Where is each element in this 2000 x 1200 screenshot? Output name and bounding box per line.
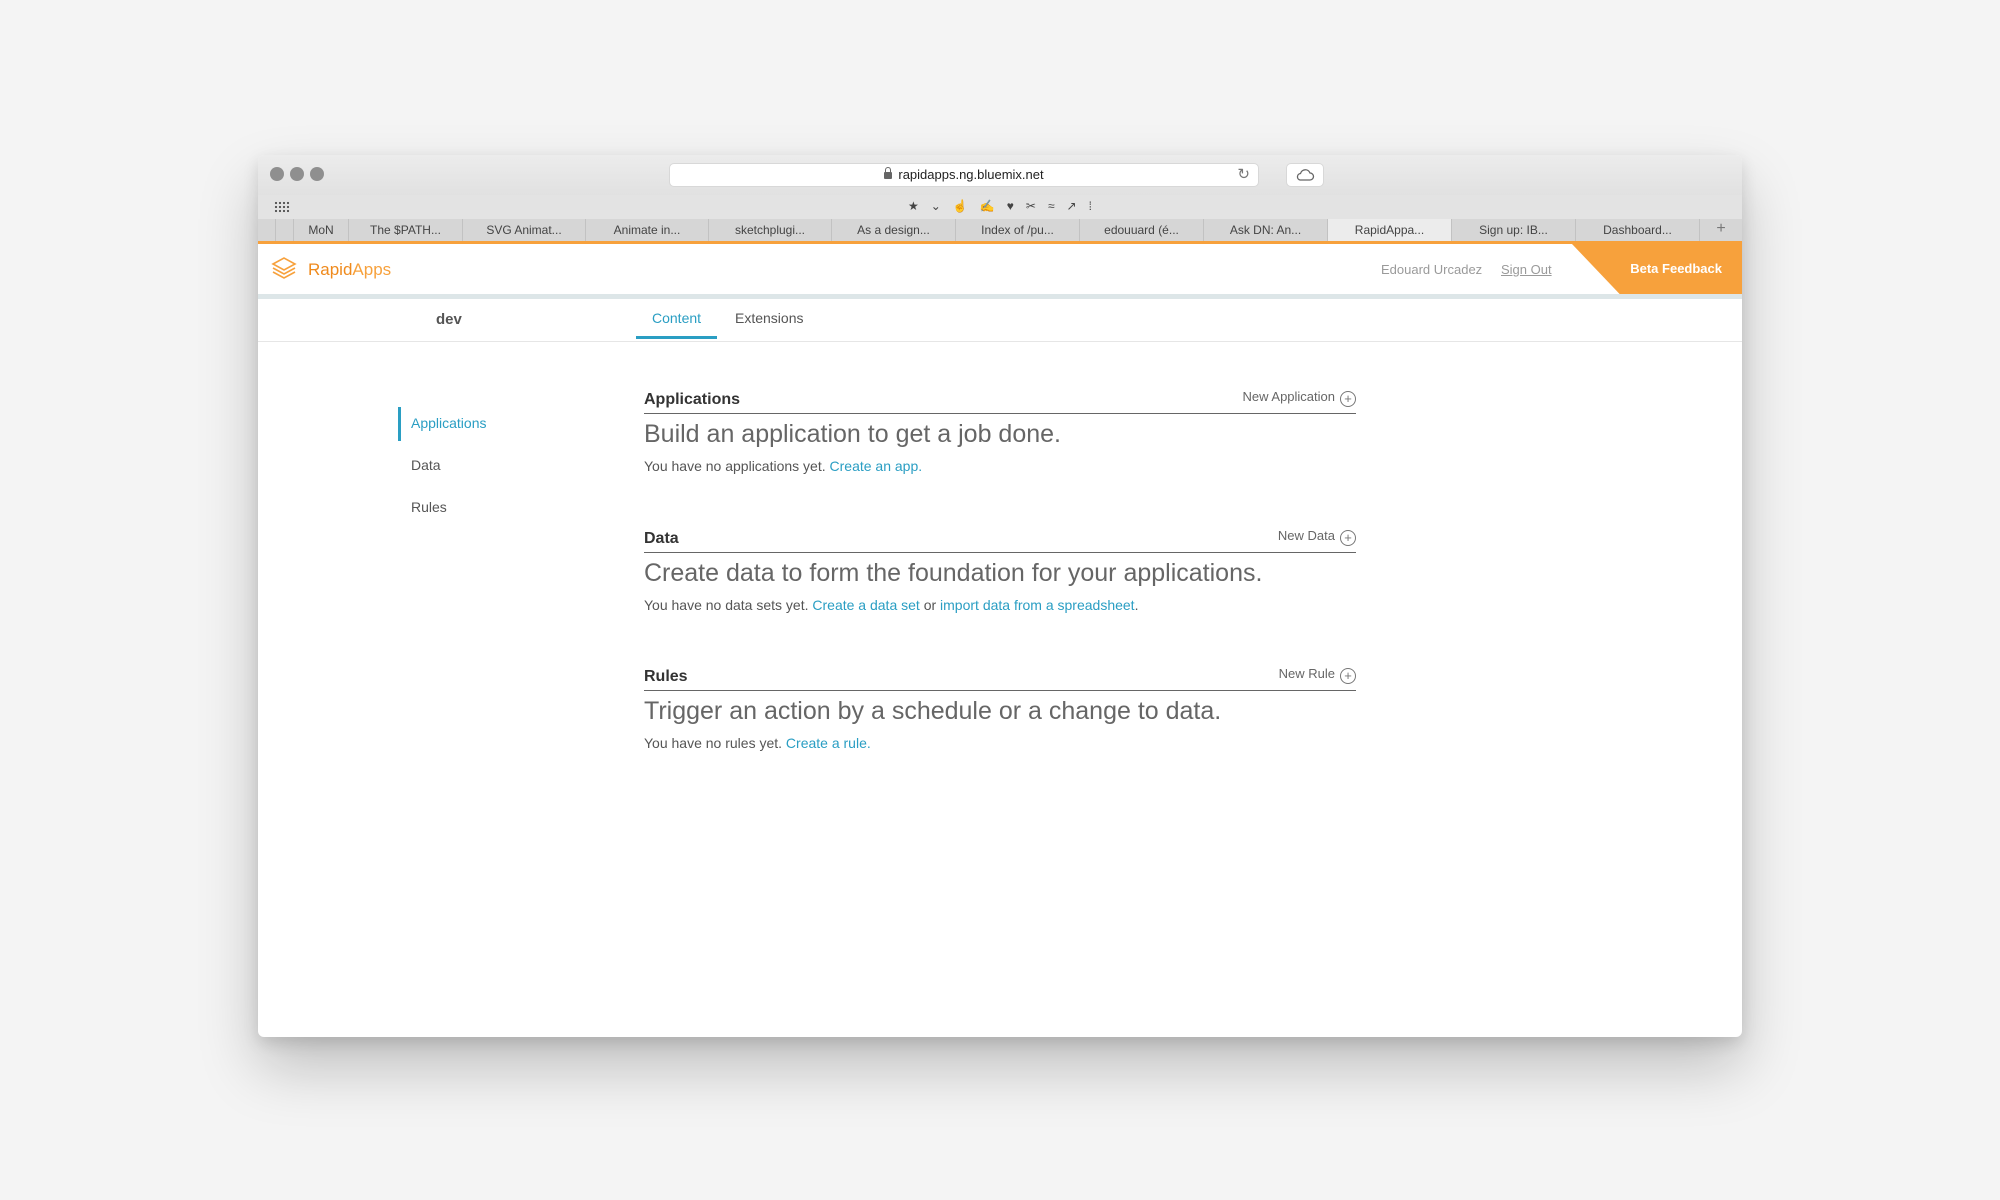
- bookmark-icon[interactable]: ♥: [1007, 199, 1014, 213]
- section-title: Rules: [644, 668, 688, 685]
- plus-circle-icon: +: [1340, 668, 1356, 684]
- brand-rapid: Rapid: [308, 260, 353, 279]
- section-empty-text: You have no applications yet. Create an …: [644, 458, 1356, 474]
- sign-out-link[interactable]: Sign Out: [1501, 262, 1552, 277]
- reload-icon[interactable]: ↻: [1237, 164, 1250, 186]
- new-application-label: New Application: [1242, 389, 1336, 404]
- period-text: .: [1134, 597, 1139, 613]
- section-title: Applications: [644, 391, 741, 408]
- bookmark-icon[interactable]: ⌄: [931, 199, 941, 213]
- plus-circle-icon: +: [1340, 391, 1356, 407]
- browser-tab[interactable]: SVG Animat...: [463, 219, 586, 241]
- user-name: Edouard Urcadez: [1381, 262, 1483, 277]
- browser-tab[interactable]: Animate in...: [586, 219, 709, 241]
- bookmark-icon[interactable]: ↗: [1067, 199, 1077, 213]
- data-section: Data New Data + Create data to form the f…: [644, 526, 1356, 613]
- browser-tab[interactable]: MoN: [294, 219, 349, 241]
- bookmark-icons: ★ ⌄ ☝ ✍ ♥ ✂ ≈ ↗ ⁞: [258, 199, 1742, 213]
- bookmark-icon[interactable]: ✍: [980, 199, 995, 213]
- rapidapps-logo-icon[interactable]: [270, 254, 298, 282]
- browser-tab[interactable]: sketchplugi...: [709, 219, 832, 241]
- create-data-set-link[interactable]: Create a data set: [812, 597, 919, 613]
- browser-tab[interactable]: The $PATH...: [349, 219, 463, 241]
- bookmark-icon[interactable]: ☝: [953, 199, 968, 213]
- browser-tab[interactable]: As a design...: [832, 219, 956, 241]
- browser-tab[interactable]: Sign up: IB...: [1452, 219, 1576, 241]
- new-rule-label: New Rule: [1278, 666, 1335, 681]
- section-headline: Trigger an action by a schedule or a cha…: [644, 697, 1222, 725]
- browser-tab[interactable]: [276, 219, 294, 241]
- empty-message: You have no applications yet.: [644, 458, 826, 474]
- section-header: Rules New Rule +: [644, 664, 1356, 691]
- brand-name[interactable]: RapidApps: [308, 260, 391, 280]
- section-empty-text: You have no data sets yet. Create a data…: [644, 597, 1356, 613]
- bookmark-icon[interactable]: ⁞: [1089, 199, 1092, 213]
- bookmarks-bar: ★ ⌄ ☝ ✍ ♥ ✂ ≈ ↗ ⁞: [258, 195, 1742, 220]
- new-tab-button[interactable]: +: [1700, 219, 1742, 241]
- sidebar-item-rules[interactable]: Rules: [398, 491, 487, 533]
- plus-circle-icon: +: [1340, 530, 1356, 546]
- new-data-button[interactable]: New Data +: [1278, 528, 1356, 546]
- sidebar-item-applications[interactable]: Applications: [398, 407, 487, 449]
- empty-message: You have no data sets yet.: [644, 597, 809, 613]
- section-header: Applications New Application +: [644, 387, 1356, 414]
- browser-tab[interactable]: edouuard (é...: [1080, 219, 1204, 241]
- close-window-button[interactable]: [270, 167, 284, 181]
- new-data-label: New Data: [1277, 528, 1335, 543]
- tab-content[interactable]: Content: [636, 299, 718, 339]
- section-empty-text: You have no rules yet. Create a rule.: [644, 735, 1356, 751]
- new-application-button[interactable]: New Application +: [1242, 389, 1356, 407]
- rules-section: Rules New Rule + Trigger an action by a s…: [644, 664, 1356, 751]
- url-text: rapidapps.ng.bluemix.net: [898, 167, 1044, 182]
- bookmark-icon[interactable]: ★: [908, 199, 919, 213]
- empty-message: You have no rules yet.: [644, 735, 783, 751]
- section-header: Data New Data +: [644, 526, 1356, 553]
- title-bar: rapidapps.ng.bluemix.net ↻: [258, 155, 1742, 196]
- browser-tab[interactable]: RapidAppa...: [1328, 219, 1452, 241]
- section-headline: Create data to form the foundation for y…: [644, 559, 1263, 587]
- browser-tab[interactable]: Index of /pu...: [956, 219, 1080, 241]
- section-headline: Build an application to get a job done.: [644, 420, 1061, 448]
- bookmark-icon[interactable]: ✂: [1026, 199, 1036, 213]
- applications-section: Applications New Application + Build an a…: [644, 387, 1356, 474]
- minimize-window-button[interactable]: [290, 167, 304, 181]
- create-rule-link[interactable]: Create a rule.: [786, 735, 871, 751]
- workspace-name: dev: [436, 311, 462, 328]
- app-header: RapidApps Edouard Urcadez Sign Out Beta …: [258, 244, 1742, 299]
- lock-icon: [884, 167, 893, 179]
- import-spreadsheet-link[interactable]: import data from a spreadsheet: [940, 597, 1135, 613]
- browser-window: rapidapps.ng.bluemix.net ↻ ★ ⌄ ☝ ✍ ♥ ✂ ≈ ↗ ⁞ MoN…: [258, 155, 1742, 1037]
- bookmark-icon[interactable]: ≈: [1048, 199, 1055, 213]
- browser-tab[interactable]: [258, 219, 276, 241]
- brand-apps: Apps: [352, 260, 392, 279]
- sub-navigation: dev Content Extensions: [258, 299, 1742, 342]
- tab-extensions[interactable]: Extensions: [735, 299, 803, 339]
- create-app-link[interactable]: Create an app.: [830, 458, 923, 474]
- icloud-tabs-button[interactable]: [1286, 163, 1324, 187]
- browser-tab[interactable]: Ask DN: An...: [1204, 219, 1328, 241]
- zoom-window-button[interactable]: [310, 167, 324, 181]
- section-title: Data: [644, 530, 679, 547]
- sidebar-item-data[interactable]: Data: [398, 449, 487, 491]
- cloud-icon: [1296, 169, 1315, 181]
- address-bar[interactable]: rapidapps.ng.bluemix.net ↻: [669, 163, 1259, 187]
- or-text: or: [923, 597, 937, 613]
- beta-feedback-button[interactable]: Beta Feedback: [1572, 244, 1742, 294]
- sidebar-nav: Applications Data Rules: [398, 407, 487, 533]
- browser-tab-bar: MoN The $PATH... SVG Animat... Animate in..…: [258, 219, 1742, 244]
- browser-tab[interactable]: Dashboard...: [1576, 219, 1700, 241]
- new-rule-button[interactable]: New Rule +: [1279, 666, 1356, 684]
